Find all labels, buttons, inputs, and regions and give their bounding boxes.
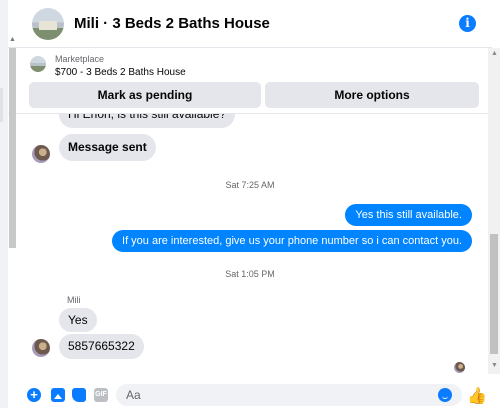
info-icon[interactable]: i [459, 15, 476, 32]
sender-name: Mili [67, 295, 81, 305]
sender-avatar[interactable] [32, 145, 50, 163]
read-receipt-avatar [454, 362, 465, 373]
scrollbar-thumb[interactable] [490, 234, 498, 354]
thumbs-up-icon[interactable]: 👍 [467, 386, 487, 406]
sticker-icon[interactable] [72, 388, 86, 402]
page-scroll-up-icon[interactable]: ▲ [9, 36, 16, 43]
sent-message-bubble: If you are interested, give us your phon… [112, 230, 472, 252]
message-bubble: Message sent [59, 134, 156, 161]
gif-icon[interactable]: GIF [94, 388, 108, 402]
chat-window: Mili · 3 Beds 2 Baths House i Marketplac… [8, 0, 500, 408]
scroll-down-icon[interactable]: ▼ [491, 362, 498, 369]
left-panel-edge [0, 0, 8, 408]
more-options-button[interactable]: More options [265, 82, 479, 108]
message-input[interactable]: Aa [116, 384, 462, 406]
listing-thumbnail[interactable] [30, 56, 46, 72]
message-scrollbar[interactable]: ▲ ▼ [488, 48, 500, 374]
timestamp: Sat 1:05 PM [225, 269, 275, 279]
message-bubble: 5857665322 [59, 334, 144, 359]
conversation-title[interactable]: Mili · 3 Beds 2 Baths House [74, 15, 270, 32]
plus-icon[interactable]: + [27, 388, 41, 402]
composer-bar: + GIF Aa 👍 [8, 380, 492, 408]
chat-header: Mili · 3 Beds 2 Baths House i [8, 0, 492, 48]
marketplace-label: Marketplace [55, 54, 105, 64]
emoji-icon[interactable] [438, 388, 452, 402]
scroll-up-icon[interactable]: ▲ [491, 50, 498, 57]
message-bubble: Yes [59, 308, 97, 332]
marketplace-panel: Marketplace $700 - 3 Beds 2 Baths House … [8, 48, 492, 114]
page-scrollbar[interactable]: ▲ [8, 36, 18, 408]
message-bubble: Hi Erion, is this still available? [59, 114, 236, 128]
house-avatar[interactable] [32, 8, 64, 40]
sender-avatar[interactable] [32, 339, 50, 357]
left-panel-nub [0, 88, 3, 122]
page-scrollbar-thumb[interactable] [9, 48, 16, 248]
sent-message-bubble: Yes this still available. [345, 204, 472, 226]
listing-title[interactable]: $700 - 3 Beds 2 Baths House [55, 67, 186, 78]
mark-as-pending-button[interactable]: Mark as pending [29, 82, 261, 108]
photo-icon[interactable] [51, 388, 65, 402]
message-list[interactable]: Hi Erion, is this still available? Messa… [8, 114, 492, 374]
timestamp: Sat 7:25 AM [225, 180, 275, 190]
house-shape [39, 21, 57, 30]
